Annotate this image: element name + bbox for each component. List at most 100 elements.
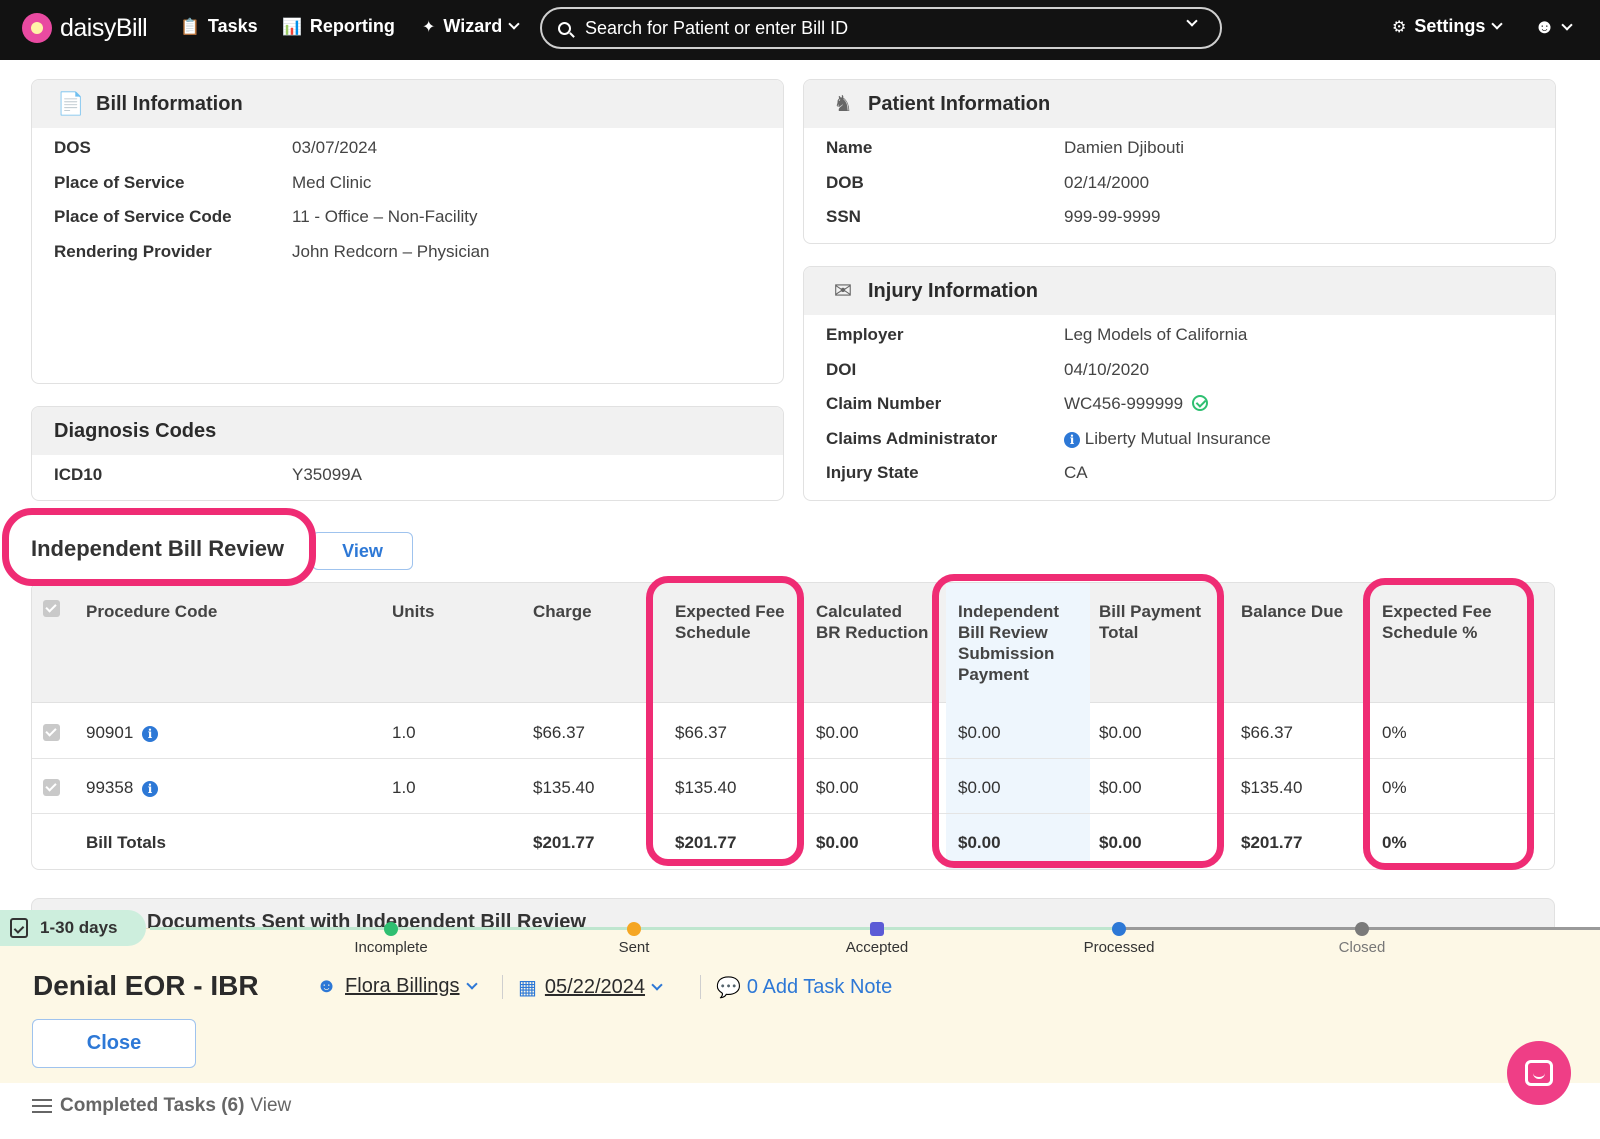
header-line: Total	[1099, 623, 1139, 642]
nav-settings[interactable]: ⚙ Settings	[1392, 16, 1504, 37]
completed-tasks-view-link[interactable]: View	[250, 1095, 291, 1117]
expected-pct-cell: 0%	[1382, 723, 1407, 742]
total-balance-due: $201.77	[1241, 833, 1303, 852]
chevron-down-icon	[465, 978, 478, 990]
charge-cell: $135.40	[533, 778, 595, 797]
step-closed-dot	[1355, 922, 1369, 936]
procedure-code-header[interactable]: Procedure Code	[86, 601, 217, 622]
invoice-dollar-icon: 📄	[57, 91, 85, 116]
injury-state-label: Injury State	[826, 463, 919, 482]
bill-totals-label: Bill Totals	[86, 833, 166, 852]
bill-information-title: Bill Information	[96, 92, 243, 115]
units-header[interactable]: Units	[392, 601, 435, 622]
clipboard-check-icon	[10, 918, 28, 938]
total-charge: $201.77	[533, 833, 595, 852]
ibr-payment-cell: $0.00	[958, 778, 1001, 797]
bill-payment-cell: $0.00	[1099, 723, 1142, 742]
name-value: Damien Djibouti	[1064, 138, 1184, 157]
days-badge-label: 1-30 days	[40, 918, 118, 937]
ibr-view-button[interactable]: View	[312, 532, 413, 570]
patient-info-row: DOB 02/14/2000	[804, 165, 1555, 200]
nav-tasks[interactable]: 📋 Tasks	[180, 16, 258, 37]
patient-information-title: Patient Information	[868, 92, 1051, 115]
chevron-down-icon	[1491, 18, 1504, 30]
step-accepted[interactable]: Accepted	[846, 939, 909, 956]
bill-payment-cell: $0.00	[1099, 778, 1142, 797]
diagnosis-row: ICD10 Y35099A	[32, 457, 783, 492]
gear-icon: ⚙	[1392, 18, 1407, 36]
charge-header[interactable]: Charge	[533, 601, 592, 622]
patient-icon: ♞	[833, 91, 853, 116]
procedure-code: 99358	[86, 778, 134, 797]
row-divider	[32, 758, 1554, 759]
procedure-code-cell: 99358 i	[86, 778, 159, 798]
daisybill-logo[interactable]: daisyBill	[22, 11, 148, 45]
claims-administrator-label: Claims Administrator	[826, 428, 998, 448]
balance-due-header[interactable]: Balance Due	[1241, 601, 1343, 622]
step-sent[interactable]: Sent	[619, 939, 650, 956]
nav-reporting-label: Reporting	[309, 16, 395, 36]
claim-number-value-group: WC456-999999	[1064, 394, 1208, 414]
claim-number-label: Claim Number	[826, 394, 942, 413]
user-menu[interactable]: ☻	[1534, 16, 1573, 39]
row-checkbox[interactable]	[43, 779, 60, 796]
patient-search-input[interactable]: Search for Patient or enter Bill ID	[540, 7, 1222, 49]
calculated-br-reduction-header[interactable]: Calculated BR Reduction	[816, 601, 928, 643]
header-line: BR Reduction	[816, 623, 929, 642]
diagnosis-codes-card: Diagnosis Codes ICD10 Y35099A	[31, 406, 784, 501]
procedure-code: 90901	[86, 723, 134, 742]
step-processed[interactable]: Processed	[1084, 939, 1155, 956]
info-icon[interactable]: i	[142, 781, 159, 797]
brand-name: daisyBill	[60, 13, 148, 42]
patient-info-row: Name Damien Djibouti	[804, 130, 1555, 165]
due-date-dropdown[interactable]: ▦ 05/22/2024	[518, 975, 663, 1000]
br-reduction-cell: $0.00	[816, 778, 859, 797]
step-closed[interactable]: Closed	[1339, 939, 1386, 956]
patient-information-card: ♞ Patient Information Name Damien Djibout…	[803, 79, 1556, 244]
chevron-down-icon[interactable]	[1186, 15, 1198, 27]
injury-information-title: Injury Information	[868, 279, 1038, 302]
speech-bubble-icon: 💬	[716, 977, 741, 999]
calendar-icon: ▦	[518, 977, 537, 999]
ibr-submission-payment-header[interactable]: Independent Bill Review Submission Payment	[958, 601, 1059, 685]
row-checkbox[interactable]	[43, 724, 60, 741]
expected-fee-cell: $135.40	[675, 778, 737, 797]
list-icon	[32, 1099, 52, 1113]
nav-wizard[interactable]: ✦ Wizard	[422, 16, 520, 37]
add-task-note-link[interactable]: 💬 0 Add Task Note	[716, 975, 892, 1000]
completed-tasks-bar[interactable]: Completed Tasks (6) View	[32, 1095, 291, 1117]
name-label: Name	[826, 138, 873, 157]
nav-reporting[interactable]: 📊 Reporting	[282, 16, 395, 37]
injury-info-row: DOI 04/10/2020	[804, 352, 1555, 387]
user-icon: ☻	[316, 975, 338, 997]
bill-info-row: Place of Service Med Clinic	[32, 165, 783, 200]
step-sent-dot	[627, 922, 641, 936]
diagnosis-codes-header: Diagnosis Codes	[32, 407, 783, 455]
assignee-dropdown[interactable]: ☻ Flora Billings	[316, 975, 478, 998]
icd10-value: Y35099A	[292, 465, 362, 484]
dos-label: DOS	[54, 138, 91, 157]
claims-administrator-link[interactable]: i Liberty Mutual Insurance	[1064, 429, 1271, 449]
balance-due-cell: $66.37	[1241, 723, 1293, 742]
header-line: Calculated	[816, 602, 902, 621]
bill-payment-total-header[interactable]: Bill Payment Total	[1099, 601, 1201, 643]
total-bill-payment: $0.00	[1099, 833, 1142, 852]
info-icon[interactable]: i	[142, 726, 159, 742]
bandage-icon: ✉	[833, 278, 853, 303]
select-all-checkbox[interactable]	[43, 600, 60, 617]
injury-state-value: CA	[1064, 463, 1088, 482]
user-circle-icon: ☻	[1534, 16, 1556, 38]
step-incomplete[interactable]: Incomplete	[354, 939, 427, 956]
header-line: Schedule %	[1382, 623, 1478, 642]
expected-fee-schedule-header[interactable]: Expected Fee Schedule	[675, 601, 785, 643]
nav-wizard-label: Wizard	[443, 16, 503, 36]
chevron-down-icon	[1561, 19, 1573, 31]
close-task-button[interactable]: Close	[32, 1019, 196, 1068]
expected-fee-schedule-pct-header[interactable]: Expected Fee Schedule %	[1382, 601, 1492, 643]
bill-information-card: 📄 Bill Information DOS 03/07/2024 Place o…	[31, 79, 784, 384]
br-reduction-cell: $0.00	[816, 723, 859, 742]
search-placeholder: Search for Patient or enter Bill ID	[585, 17, 849, 38]
place-of-service-label: Place of Service	[54, 172, 185, 192]
chat-launcher-button[interactable]	[1507, 1041, 1571, 1105]
injury-info-row: Injury State CA	[804, 455, 1555, 490]
